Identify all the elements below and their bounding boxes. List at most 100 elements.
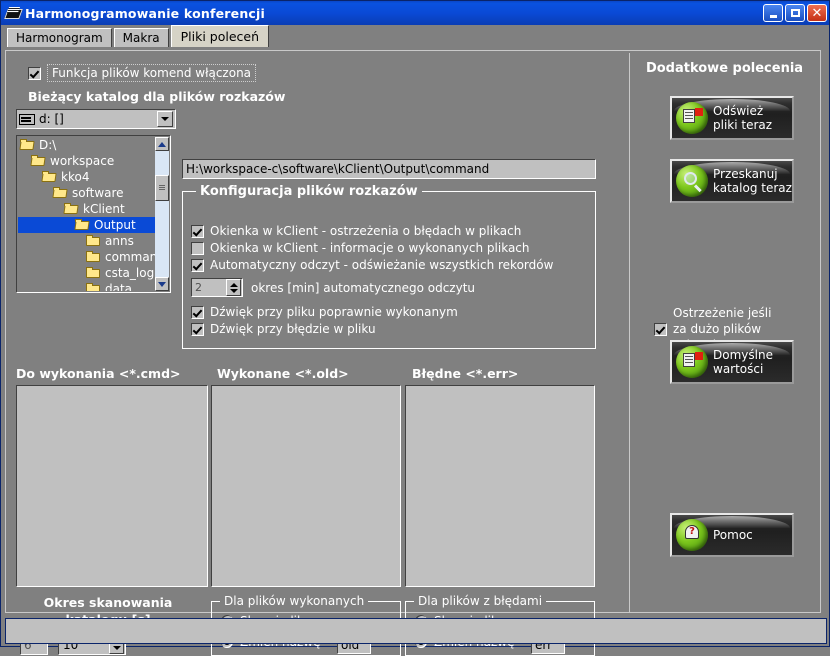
folder-open-icon bbox=[53, 187, 68, 199]
option-error-popups-checkbox[interactable] bbox=[191, 224, 204, 238]
tree-item[interactable]: workspace bbox=[18, 153, 155, 169]
folder-open-icon bbox=[42, 171, 57, 183]
directory-tree-items: D:\ workspace kko4 software kClient Output ann… bbox=[18, 137, 155, 291]
folder-open-icon bbox=[75, 219, 90, 231]
drive-icon bbox=[19, 113, 35, 125]
tree-item[interactable]: anns bbox=[18, 233, 155, 249]
tab-pliki-polecen[interactable]: Pliki poleceń bbox=[170, 25, 270, 47]
drive-select-value: d: [] bbox=[39, 112, 64, 126]
scrollbar-track[interactable] bbox=[155, 151, 169, 277]
tree-item-label: csta_log bbox=[105, 266, 155, 280]
option-sound-error-checkbox[interactable] bbox=[191, 322, 204, 336]
enable-command-files-checkbox[interactable] bbox=[28, 66, 41, 80]
current-path-value: H:\workspace-c\software\kClient\Output\c… bbox=[186, 162, 490, 176]
chevron-down-icon[interactable] bbox=[157, 111, 173, 127]
help-icon: ? bbox=[676, 519, 708, 551]
drive-select[interactable]: d: [] bbox=[16, 109, 176, 129]
tree-item-label: command bbox=[105, 250, 155, 264]
scan-folder-label: Przeskanuj katalog teraz bbox=[713, 167, 792, 195]
option-auto-read-checkbox[interactable] bbox=[191, 258, 204, 272]
tab-harmonogram[interactable]: Harmonogram bbox=[7, 28, 112, 47]
default-values-button[interactable]: Domyślne wartości bbox=[670, 340, 794, 384]
tree-item[interactable]: csta_log bbox=[18, 265, 155, 281]
config-option-row[interactable]: Okienka w kClient - informacje o wykonan… bbox=[191, 241, 590, 255]
schedule-icon bbox=[5, 5, 21, 21]
option-sound-error-label: Dźwięk przy błędzie w pliku bbox=[210, 322, 376, 336]
option-info-popups-label: Okienka w kClient - informacje o wykonan… bbox=[210, 241, 530, 255]
option-sound-success-label: Dźwięk przy pliku poprawnie wykonanym bbox=[210, 305, 458, 319]
default-values-label: Domyślne wartości bbox=[713, 348, 773, 376]
tree-item-label: workspace bbox=[50, 154, 115, 168]
client-area: Funkcja plików komend włączona Bieżący k… bbox=[2, 48, 828, 656]
done-files-group-title: Dla plików wykonanych bbox=[220, 594, 369, 608]
tab-strip: Harmonogram Makra Pliki poleceń bbox=[1, 25, 829, 47]
help-button[interactable]: ? Pomoc bbox=[670, 513, 794, 557]
tree-item[interactable]: kClient bbox=[18, 201, 155, 217]
folder-open-icon bbox=[20, 139, 35, 151]
config-option-row[interactable]: Okienka w kClient - ostrzeżenia o błędac… bbox=[191, 224, 590, 238]
refresh-files-icon bbox=[676, 102, 708, 134]
caption-buttons: ✕ bbox=[763, 4, 827, 22]
scan-folder-icon bbox=[676, 165, 708, 197]
tree-item[interactable]: software bbox=[18, 185, 155, 201]
tree-item-label: software bbox=[72, 186, 124, 200]
scroll-down-button[interactable] bbox=[155, 277, 169, 291]
config-group-title: Konfiguracja plików rozkazów bbox=[196, 184, 422, 199]
spinner-up-icon[interactable] bbox=[229, 282, 238, 287]
list-title-error: Błędne <*.err> bbox=[412, 366, 519, 381]
tree-item[interactable]: command bbox=[18, 249, 155, 265]
tree-item[interactable]: Output bbox=[18, 217, 155, 233]
tree-item-label: Output bbox=[94, 218, 136, 232]
interval-value: 2 bbox=[195, 281, 202, 294]
refresh-files-button[interactable]: Odśwież pliki teraz bbox=[670, 96, 794, 140]
option-sound-success-checkbox[interactable] bbox=[191, 305, 204, 319]
tab-makra[interactable]: Makra bbox=[113, 28, 169, 47]
tree-scrollbar[interactable] bbox=[155, 137, 169, 291]
spinner-buttons[interactable] bbox=[226, 279, 241, 296]
current-path-field[interactable]: H:\workspace-c\software\kClient\Output\c… bbox=[182, 159, 596, 179]
config-option-row[interactable]: Dźwięk przy błędzie w pliku bbox=[191, 322, 590, 336]
too-many-files-warning-checkbox[interactable] bbox=[654, 322, 667, 336]
help-label: Pomoc bbox=[713, 528, 753, 542]
spinner-down-icon[interactable] bbox=[229, 288, 238, 293]
folder-icon bbox=[86, 235, 101, 247]
scrollbar-thumb[interactable] bbox=[155, 175, 169, 201]
list-todo[interactable] bbox=[16, 385, 208, 587]
sidebar: Dodatkowe polecenia Odśwież pliki teraz … bbox=[629, 53, 819, 612]
list-done[interactable] bbox=[211, 385, 401, 587]
option-auto-read-label: Automatyczny odczyt - odświeżanie wszyst… bbox=[210, 258, 554, 272]
title-bar: Harmonogramowanie konferencji ✕ bbox=[1, 1, 829, 25]
scan-folder-button[interactable]: Przeskanuj katalog teraz bbox=[670, 159, 794, 203]
config-group: Konfiguracja plików rozkazów Okienka w k… bbox=[182, 184, 596, 349]
tree-item[interactable]: data bbox=[18, 281, 155, 291]
interval-label: okres [min] automatycznego odczytu bbox=[251, 280, 475, 295]
tree-item-label: kClient bbox=[83, 202, 125, 216]
folder-open-icon bbox=[64, 203, 79, 215]
maximize-button[interactable] bbox=[785, 4, 805, 22]
config-option-row[interactable]: Automatyczny odczyt - odświeżanie wszyst… bbox=[191, 258, 590, 272]
minimize-button[interactable] bbox=[763, 4, 783, 22]
directory-tree[interactable]: D:\ workspace kko4 software kClient Output ann… bbox=[16, 135, 171, 293]
application-window: Harmonogramowanie konferencji ✕ Harmonog… bbox=[0, 0, 830, 656]
option-error-popups-label: Okienka w kClient - ostrzeżenia o błędac… bbox=[210, 224, 522, 238]
list-error[interactable] bbox=[405, 385, 595, 587]
list-title-todo: Do wykonania <*.cmd> bbox=[16, 366, 181, 381]
scroll-up-button[interactable] bbox=[155, 137, 169, 151]
current-directory-title: Bieżący katalog dla plików rozkazów bbox=[28, 89, 286, 104]
close-icon: ✕ bbox=[811, 5, 823, 21]
tree-item[interactable]: kko4 bbox=[18, 169, 155, 185]
folder-icon bbox=[86, 251, 101, 263]
tree-item-label: data bbox=[105, 282, 133, 291]
error-files-group-title: Dla plików z błędami bbox=[414, 594, 547, 608]
option-info-popups-checkbox[interactable] bbox=[191, 241, 204, 255]
sidebar-title: Dodatkowe polecenia bbox=[645, 61, 804, 76]
tab-page-pliki-polecen: Funkcja plików komend włączona Bieżący k… bbox=[5, 50, 821, 656]
config-option-row[interactable]: Dźwięk przy pliku poprawnie wykonanym bbox=[191, 305, 590, 319]
close-button[interactable]: ✕ bbox=[807, 4, 827, 22]
tree-item-label: anns bbox=[105, 234, 134, 248]
status-bar bbox=[5, 618, 827, 644]
interval-spinner[interactable]: 2 bbox=[191, 278, 243, 297]
enable-command-files-row[interactable]: Funkcja plików komend włączona bbox=[28, 64, 257, 82]
tree-item[interactable]: D:\ bbox=[18, 137, 155, 153]
minimize-icon bbox=[769, 14, 777, 18]
